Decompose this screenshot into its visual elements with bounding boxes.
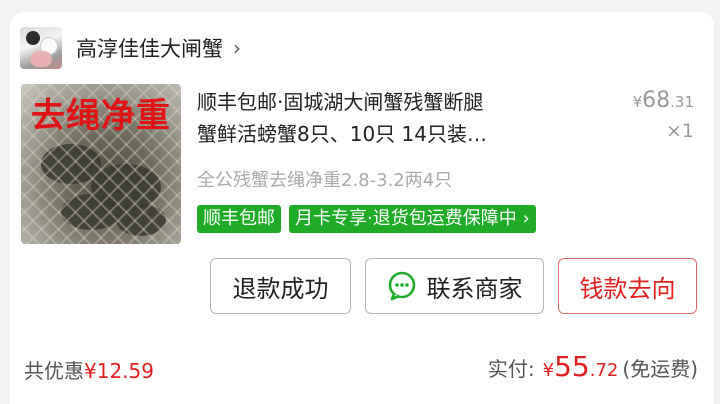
product-quantity: ×1 <box>665 120 694 142</box>
chat-bubble-icon <box>388 271 415 301</box>
shipping-note: (免运费) <box>622 357 698 381</box>
product-spec: 全公残蟹去绳净重2.8-3.2两4只 <box>197 170 453 191</box>
contact-seller-label: 联系商家 <box>426 274 523 303</box>
refund-status-button[interactable]: 退款成功 <box>210 258 351 314</box>
tag-guarantee[interactable]: 月卡专享·退货包运费保障中 › <box>289 205 536 233</box>
discount-label: 共优惠 <box>24 359 84 383</box>
product-image[interactable]: 去绳净重 <box>21 84 181 244</box>
tag-shipping: 顺丰包邮 <box>197 205 281 233</box>
paid-amount: 55 <box>554 350 590 383</box>
service-tags: 顺丰包邮 月卡专享·退货包运费保障中 › <box>197 205 544 233</box>
product-price: ¥68.31 <box>632 88 694 113</box>
discount-amount: ¥12.59 <box>84 359 154 383</box>
product-title[interactable]: 顺丰包邮·固城湖大闸蟹残蟹断腿 蟹鲜活螃蟹8只、10只 14只装… <box>197 86 597 150</box>
paid-label: 实付: <box>487 357 535 381</box>
product-title-line2: 蟹鲜活螃蟹8只、10只 14只装… <box>197 122 487 146</box>
product-title-line1: 顺丰包邮·固城湖大闸蟹残蟹断腿 <box>197 90 484 114</box>
money-flow-button[interactable]: 钱款去向 <box>558 258 697 314</box>
chevron-right-icon: › <box>233 36 241 60</box>
contact-seller-button[interactable]: 联系商家 <box>365 258 544 314</box>
paid-summary: 实付: ¥55.72 (免运费) <box>487 350 698 383</box>
store-avatar <box>20 27 62 69</box>
image-label: 去绳净重 <box>31 96 171 136</box>
store-name[interactable]: 高淳佳佳大闸蟹 <box>76 33 223 63</box>
discount-summary: 共优惠¥12.59 <box>24 355 154 384</box>
store-header[interactable]: 高淳佳佳大闸蟹 › <box>20 27 241 69</box>
